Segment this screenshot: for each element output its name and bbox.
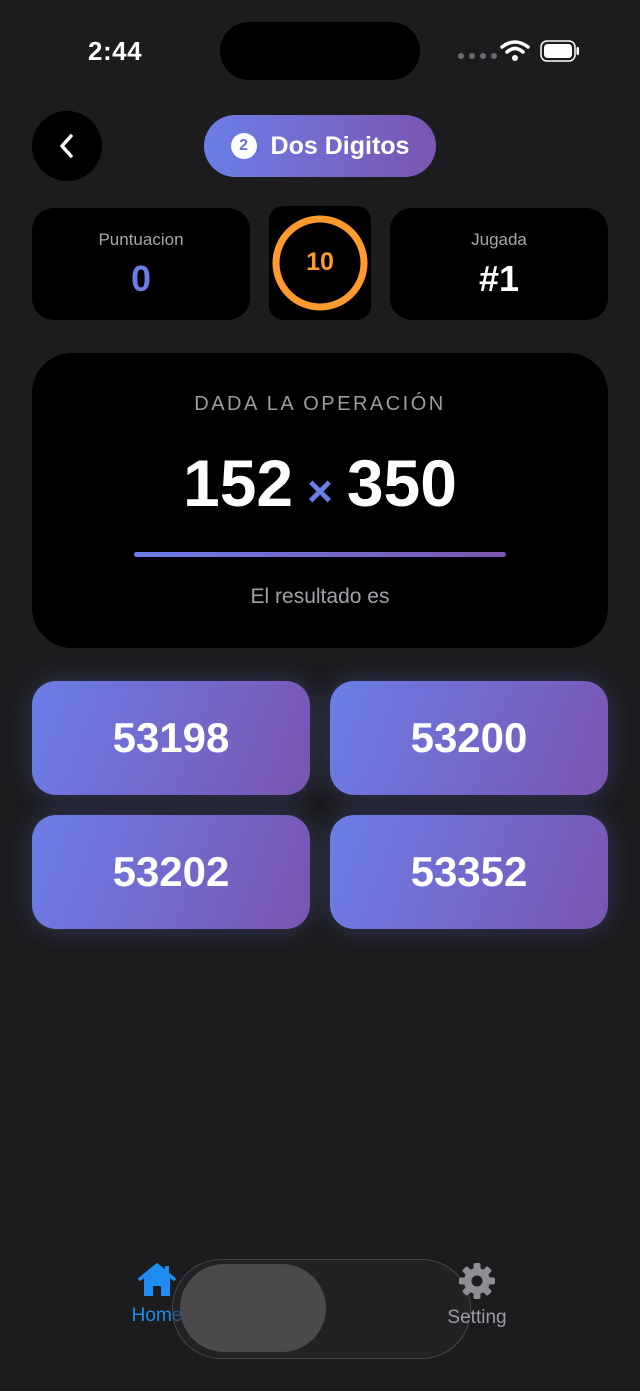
house-icon: [138, 1263, 176, 1296]
score-value: 0: [130, 258, 152, 299]
dynamic-island: [220, 22, 420, 80]
multiply-sign: ×: [307, 467, 333, 516]
operation-card: DADA LA OPERACIÓN 152 × 350 El resultado e…: [32, 353, 608, 648]
cellular-signal-icon: [458, 53, 497, 59]
battery-icon: [540, 40, 579, 62]
answer-button[interactable]: 53202: [32, 815, 310, 929]
tab-selection-indicator: [180, 1264, 326, 1352]
level-number-badge: 2: [230, 133, 257, 159]
operation-subtitle: El resultado es: [250, 585, 390, 608]
timer-value: 10: [306, 248, 334, 276]
answer-button[interactable]: 53200: [330, 681, 608, 795]
chevron-left-icon: [60, 134, 73, 158]
answer-button[interactable]: 53198: [32, 681, 310, 795]
round-label: Jugada: [471, 230, 527, 249]
divider-line: [134, 552, 506, 557]
gear-icon: [459, 1263, 495, 1299]
operation-expression: 152 × 350: [32, 445, 608, 521]
tab-settings-label: Setting: [447, 1307, 507, 1328]
level-title: Dos Digitos: [270, 131, 410, 160]
score-label: Puntuacion: [98, 230, 184, 249]
round-value: #1: [478, 258, 520, 299]
answer-button[interactable]: 53352: [330, 815, 608, 929]
timer-card: 10: [269, 206, 371, 320]
wifi-icon: [500, 40, 530, 61]
tab-settings[interactable]: Setting: [417, 1262, 537, 1329]
left-operand: 152: [183, 446, 294, 520]
back-button[interactable]: [32, 111, 102, 181]
score-card: Puntuacion 0: [32, 208, 250, 320]
operation-title: DADA LA OPERACIÓN: [194, 393, 446, 415]
level-pill: 2 Dos Digitos: [204, 115, 436, 177]
round-card: Jugada #1: [390, 208, 608, 320]
right-operand: 350: [346, 446, 457, 520]
status-time: 2:44: [88, 36, 143, 66]
